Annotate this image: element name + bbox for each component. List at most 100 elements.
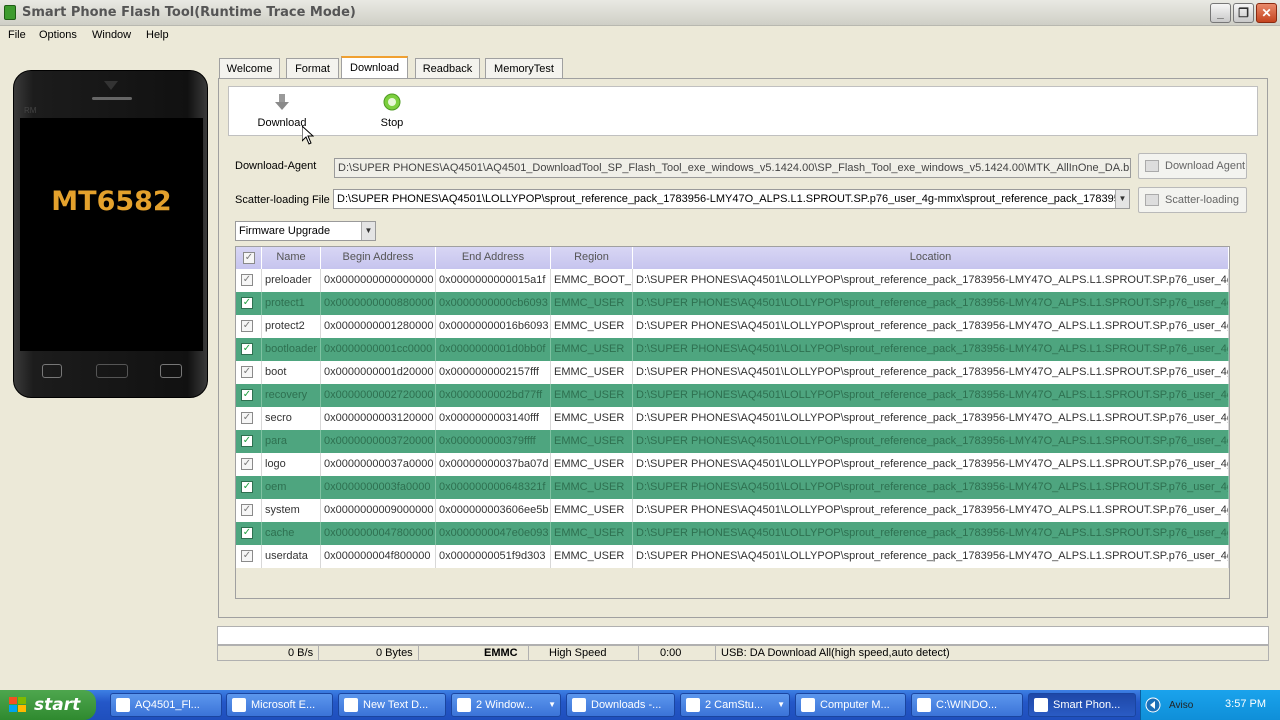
restore-button[interactable]: ❐ — [1233, 3, 1254, 23]
tray-arrow-icon[interactable] — [1145, 697, 1161, 713]
header-region[interactable]: Region — [551, 247, 633, 269]
table-row[interactable]: ✓ protect2 0x0000000001280000 0x00000000016… — [236, 315, 1229, 338]
header-location[interactable]: Location — [633, 247, 1229, 269]
row-checkbox[interactable]: ✓ — [241, 366, 253, 378]
row-checkbox[interactable]: ✓ — [241, 527, 253, 539]
cell-region: EMMC_USER — [551, 407, 633, 430]
close-button[interactable]: ✕ — [1256, 3, 1277, 23]
select-all-checkbox[interactable]: ✓ — [243, 252, 255, 264]
row-checkbox[interactable]: ✓ — [241, 412, 253, 424]
taskbar-item[interactable]: AQ4501_Fl... — [110, 693, 222, 717]
taskbar-item[interactable]: Microsoft E... — [226, 693, 333, 717]
row-checkbox-cell: ✓ — [236, 476, 262, 499]
download-agent-button[interactable]: Download Agent — [1138, 153, 1247, 179]
taskbar-item-label: 2 CamStu... — [705, 699, 764, 711]
row-checkbox[interactable]: ✓ — [241, 550, 253, 562]
table-row[interactable]: ✓ bootloader 0x0000000001cc0000 0x000000000… — [236, 338, 1229, 361]
cell-name: system — [262, 499, 321, 522]
taskbar-item[interactable]: C:\WINDO... — [911, 693, 1023, 717]
table-row[interactable]: ✓ boot 0x0000000001d20000 0x0000000002157ff… — [236, 361, 1229, 384]
table-row[interactable]: ✓ userdata 0x000000004f800000 0x0000000051f… — [236, 545, 1229, 568]
taskbar-item[interactable]: Computer M... — [795, 693, 906, 717]
cell-region: EMMC_USER — [551, 315, 633, 338]
row-checkbox-cell: ✓ — [236, 499, 262, 522]
scatter-loading-button-label: Scatter-loading — [1165, 194, 1239, 206]
row-checkbox[interactable]: ✓ — [241, 504, 253, 516]
chevron-down-icon[interactable]: ▼ — [361, 222, 375, 240]
row-checkbox[interactable]: ✓ — [241, 343, 253, 355]
phone-menu-button — [42, 364, 62, 378]
status-time: 0:00 — [660, 647, 682, 659]
row-checkbox-cell: ✓ — [236, 384, 262, 407]
menu-options[interactable]: Options — [39, 29, 77, 41]
cell-name: userdata — [262, 545, 321, 568]
menu-help[interactable]: Help — [146, 29, 169, 41]
download-arrow-icon — [275, 94, 289, 110]
cell-begin: 0x0000000003120000 — [321, 407, 436, 430]
tab-welcome[interactable]: Welcome — [219, 58, 280, 79]
chevron-down-icon[interactable]: ▼ — [1115, 190, 1129, 208]
status-speed: 0 B/s — [288, 647, 314, 659]
table-row[interactable]: ✓ oem 0x0000000003fa0000 0x000000000648321f… — [236, 476, 1229, 499]
row-checkbox[interactable]: ✓ — [241, 320, 253, 332]
tab-readback[interactable]: Readback — [415, 58, 480, 79]
cell-name: preloader — [262, 269, 321, 292]
taskbar-item[interactable]: 2 Window... ▼ — [451, 693, 561, 717]
header-select-all[interactable]: ✓ — [236, 247, 262, 269]
row-checkbox-cell: ✓ — [236, 430, 262, 453]
cell-begin: 0x0000000000880000 — [321, 292, 436, 315]
header-begin-address[interactable]: Begin Address — [321, 247, 436, 269]
table-row[interactable]: ✓ recovery 0x0000000002720000 0x0000000002b… — [236, 384, 1229, 407]
scatter-file-field[interactable]: D:\SUPER PHONES\AQ4501\LOLLYPOP\sprout_r… — [333, 189, 1130, 209]
phone-home-button — [96, 364, 128, 378]
table-row[interactable]: ✓ secro 0x0000000003120000 0x0000000003140f… — [236, 407, 1229, 430]
row-checkbox-cell: ✓ — [236, 545, 262, 568]
app-icon — [4, 5, 16, 20]
table-row[interactable]: ✓ protect1 0x0000000000880000 0x0000000000c… — [236, 292, 1229, 315]
table-row[interactable]: ✓ logo 0x00000000037a0000 0x00000000037ba07… — [236, 453, 1229, 476]
taskbar-item[interactable]: Smart Phon... — [1028, 693, 1136, 717]
minimize-button[interactable]: _ — [1210, 3, 1231, 23]
tab-download[interactable]: Download — [341, 56, 408, 79]
row-checkbox[interactable]: ✓ — [241, 274, 253, 286]
cell-region: EMMC_USER — [551, 384, 633, 407]
tab-format[interactable]: Format — [286, 58, 339, 79]
cell-location: D:\SUPER PHONES\AQ4501\LOLLYPOP\sprout_r… — [633, 384, 1229, 407]
cell-location: D:\SUPER PHONES\AQ4501\LOLLYPOP\sprout_r… — [633, 545, 1229, 568]
cell-name: secro — [262, 407, 321, 430]
stop-button[interactable]: Stop — [377, 93, 407, 129]
table-row[interactable]: ✓ cache 0x0000000047800000 0x0000000047e0e0… — [236, 522, 1229, 545]
taskbar-item-label: 2 Window... — [476, 699, 533, 711]
row-checkbox-cell: ✓ — [236, 269, 262, 292]
table-row[interactable]: ✓ para 0x0000000003720000 0x000000000379fff… — [236, 430, 1229, 453]
table-row[interactable]: ✓ system 0x0000000009000000 0x000000003606e… — [236, 499, 1229, 522]
table-row[interactable]: ✓ preloader 0x0000000000000000 0x0000000000… — [236, 269, 1229, 292]
taskbar-item[interactable]: New Text D... — [338, 693, 446, 717]
cell-location: D:\SUPER PHONES\AQ4501\LOLLYPOP\sprout_r… — [633, 522, 1229, 545]
download-button[interactable]: Download — [257, 93, 307, 129]
cell-region: EMMC_USER — [551, 545, 633, 568]
stop-button-label: Stop — [380, 117, 404, 129]
start-button[interactable]: start — [0, 690, 96, 720]
row-checkbox[interactable]: ✓ — [241, 435, 253, 447]
row-checkbox[interactable]: ✓ — [241, 458, 253, 470]
header-name[interactable]: Name — [262, 247, 321, 269]
status-storage: EMMC — [484, 647, 518, 659]
cell-begin: 0x0000000047800000 — [321, 522, 436, 545]
scatter-loading-button[interactable]: Scatter-loading — [1138, 187, 1247, 213]
row-checkbox[interactable]: ✓ — [241, 389, 253, 401]
cell-location: D:\SUPER PHONES\AQ4501\LOLLYPOP\sprout_r… — [633, 407, 1229, 430]
menu-window[interactable]: Window — [92, 29, 131, 41]
menu-file[interactable]: File — [8, 29, 26, 41]
row-checkbox[interactable]: ✓ — [241, 297, 253, 309]
chevron-down-icon: ▼ — [777, 700, 785, 709]
row-checkbox[interactable]: ✓ — [241, 481, 253, 493]
phone-speaker — [92, 97, 132, 100]
taskbar-item[interactable]: Downloads -... — [566, 693, 675, 717]
tab-memorytest[interactable]: MemoryTest — [485, 58, 563, 79]
mode-select[interactable]: Firmware Upgrade ▼ — [235, 221, 376, 241]
download-agent-field[interactable]: D:\SUPER PHONES\AQ4501\AQ4501_DownloadTo… — [334, 158, 1131, 178]
taskbar-item[interactable]: 2 CamStu... ▼ — [680, 693, 790, 717]
header-end-address[interactable]: End Address — [436, 247, 551, 269]
clock[interactable]: 3:57 PM — [1225, 698, 1266, 710]
